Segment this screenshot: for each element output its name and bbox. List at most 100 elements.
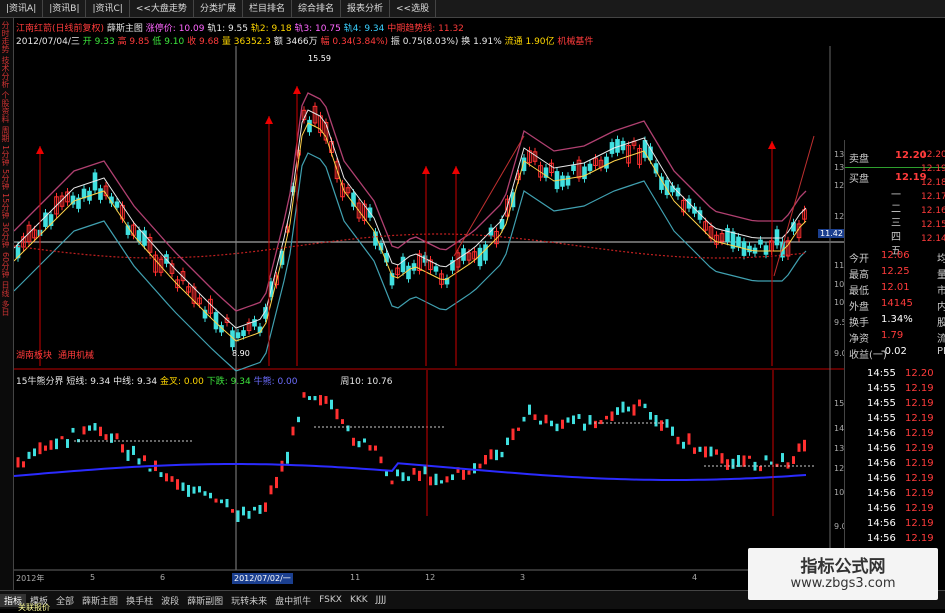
menu-item-1[interactable]: |资讯B| (43, 0, 87, 18)
depth-level: 四 (891, 232, 901, 243)
high-price-mark: 15.59 (308, 54, 331, 63)
candle-body (736, 236, 741, 248)
period-item-6[interactable]: 15分钟 (0, 193, 10, 219)
sub-candle (242, 506, 245, 516)
sub-candle (687, 433, 691, 445)
sub-candle (346, 425, 350, 432)
period-item-4[interactable]: 1分钟 (0, 145, 10, 166)
stat-label: 换手 (849, 318, 869, 329)
sub-candle (176, 479, 179, 490)
sub-candle (429, 476, 432, 486)
sub-candle (676, 436, 680, 445)
tick-time: 14:56 (867, 518, 896, 529)
candle-body (604, 156, 609, 169)
period-item-8[interactable]: 60分钟 (0, 252, 10, 278)
menu-item-8[interactable]: <<选股 (390, 0, 437, 18)
menu-item-5[interactable]: 栏目排名 (243, 0, 292, 18)
sub-candle (720, 453, 724, 464)
kline-chart[interactable] (14, 46, 844, 590)
sub-candle (742, 455, 746, 467)
sub-candle (638, 399, 641, 407)
candle-body (560, 175, 565, 187)
period-item-2[interactable]: 个股资料 (0, 91, 10, 123)
tab-3[interactable]: 薛斯主图 (78, 594, 122, 607)
sub-candle (198, 486, 201, 493)
menu-item-6[interactable]: 综合排名 (292, 0, 341, 18)
quote-panel: 卖盘 12.20 买盘 12.19 一二三四五 12.20 12.19 12.18 12… (844, 140, 945, 590)
sub-week: 周10: 10.76 (340, 377, 393, 387)
sub-candle (66, 439, 69, 448)
period-item-7[interactable]: 30分钟 (0, 222, 10, 248)
tab-10[interactable]: KKK (346, 595, 372, 605)
up-arrow (452, 166, 460, 174)
candle-body (774, 229, 780, 246)
sub-candle (572, 415, 575, 425)
period-item-5[interactable]: 5分钟 (0, 169, 10, 190)
tab-8[interactable]: 盘中抓牛 (271, 594, 315, 607)
sub-candle (220, 499, 223, 504)
sub-candle (181, 482, 185, 491)
tab-2[interactable]: 全部 (52, 594, 78, 607)
period-item-3[interactable]: 周期 (0, 126, 10, 142)
sub-candle (22, 461, 25, 468)
up-arrow (422, 166, 430, 174)
sub-candle (797, 443, 801, 452)
candle-body (433, 266, 439, 272)
sub-candle (418, 470, 421, 482)
sub-candle (632, 404, 636, 416)
candle-body (747, 245, 752, 253)
k1-value: 轨1: 9.55 (207, 24, 249, 34)
period-item-10[interactable]: 多日 (0, 300, 10, 316)
tab-11[interactable]: JJJJ (372, 595, 391, 605)
related-quote-link[interactable]: 关联报价 (14, 602, 54, 613)
stat-label: 外盘 (849, 302, 869, 313)
left-period-nav: 分时走势技术分析个股资料周期 1分钟 5分钟 15分钟 30分钟 60分钟日线多日 (0, 18, 14, 590)
tab-7[interactable]: 玩转未来 (227, 594, 271, 607)
sub-candle (654, 414, 658, 427)
sub-candle (682, 441, 685, 449)
sub-candle (440, 480, 443, 484)
sub-candle (434, 473, 438, 486)
tab-4[interactable]: 换手柱 (122, 594, 157, 607)
sub-candle (352, 437, 355, 446)
tab-6[interactable]: 薛斯副图 (183, 594, 227, 607)
tab-9[interactable]: FSKX (315, 595, 346, 605)
sub-candle (792, 456, 795, 464)
menu-item-0[interactable]: |资讯A| (0, 0, 44, 18)
menu-item-7[interactable]: 报表分析 (341, 0, 390, 18)
depth-price: 12.19 (921, 164, 945, 174)
sub-candle (126, 449, 130, 461)
period-item-1[interactable]: 技术分析 (0, 56, 10, 88)
sub-candle (412, 468, 416, 475)
menu-item-2[interactable]: |资讯C| (86, 0, 130, 18)
sub-candle (275, 476, 278, 489)
depth-price: 12.20 (921, 150, 945, 160)
sub-candle (231, 509, 234, 513)
stat-value: -0.02 (881, 346, 907, 357)
trend-arrow (773, 135, 815, 277)
sub-candle (511, 428, 515, 441)
period-item-0[interactable]: 分时走势 (0, 21, 10, 53)
stat-value: 1.79 (881, 330, 904, 341)
indicator-name: 薛斯主图 (106, 24, 143, 34)
tab-5[interactable]: 波段 (157, 594, 183, 607)
depth-price: 12.18 (921, 178, 945, 188)
midline-value: 中期趋势线: 11.32 (387, 24, 464, 34)
sub-candle (726, 459, 729, 470)
tick-time: 14:56 (867, 473, 896, 484)
sub-candle (583, 423, 586, 431)
menu-item-4[interactable]: 分类扩展 (194, 0, 243, 18)
sub-candle (302, 392, 306, 398)
period-item-9[interactable]: 日线 (0, 281, 10, 297)
tick-price: 12.19 (905, 413, 934, 424)
tick-price: 12.19 (905, 398, 934, 409)
sub-candle (781, 453, 784, 463)
menu-item-3[interactable]: <<大盘走势 (130, 0, 194, 18)
sub-candle (616, 407, 619, 415)
sub-candle (803, 439, 806, 452)
current-price-tag: 11.42 (818, 229, 845, 238)
candle-body (384, 253, 389, 263)
sub-candle (319, 395, 322, 406)
tick-time: 14:56 (867, 503, 896, 514)
watermark-title: 指标公式网 (800, 557, 886, 577)
